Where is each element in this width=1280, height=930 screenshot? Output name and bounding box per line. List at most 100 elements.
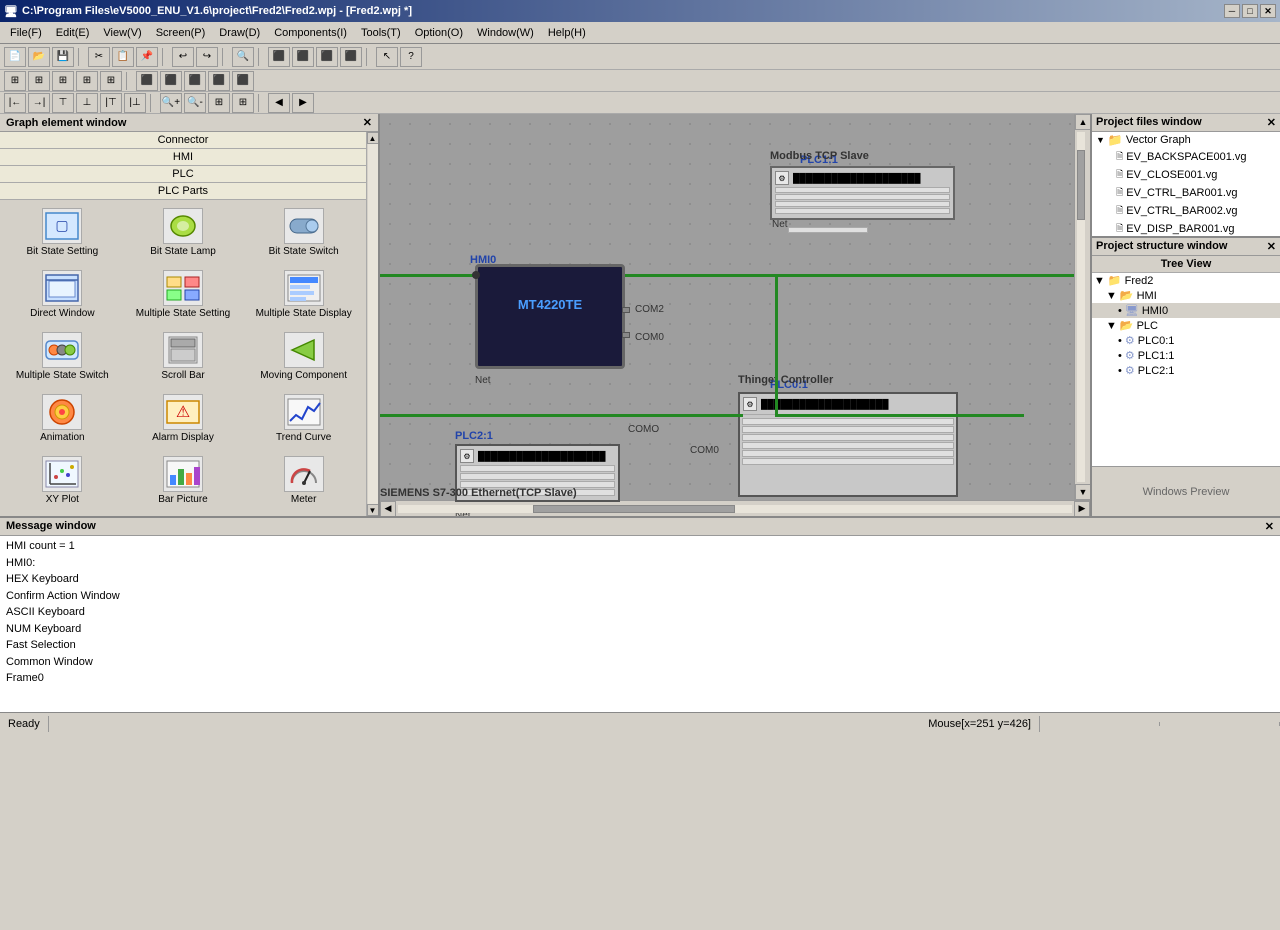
hscroll-track[interactable] bbox=[398, 505, 1072, 513]
section-plc-parts[interactable]: PLC Parts bbox=[0, 183, 366, 200]
tree-folder-vector-graph[interactable]: ▼ 📁 Vector Graph bbox=[1092, 132, 1280, 148]
maximize-button[interactable]: □ bbox=[1242, 4, 1258, 18]
tb-cut[interactable]: ✂ bbox=[88, 47, 110, 67]
tb2-btn6[interactable]: ⬛ bbox=[136, 71, 158, 91]
tree-hmi[interactable]: ▼📂 HMI bbox=[1092, 288, 1280, 303]
comp-multiple-state-switch[interactable]: Multiple State Switch bbox=[4, 328, 121, 386]
tb-copy[interactable]: 📋 bbox=[112, 47, 134, 67]
file-ev-close001[interactable]: 🗎EV_CLOSE001.vg bbox=[1112, 166, 1280, 184]
hscroll-left[interactable]: ◀ bbox=[380, 501, 396, 517]
menu-window[interactable]: Window(W) bbox=[471, 25, 540, 41]
tb-open[interactable]: 📂 bbox=[28, 47, 50, 67]
tb-select[interactable]: ↖ bbox=[376, 47, 398, 67]
tree-plc1[interactable]: •⚙ PLC1:1 bbox=[1092, 348, 1280, 363]
message-content[interactable]: HMI count = 1 HMI0: HEX Keyboard Confirm… bbox=[0, 536, 1280, 712]
hscroll-right[interactable]: ▶ bbox=[1074, 501, 1090, 517]
section-hmi[interactable]: HMI bbox=[0, 149, 366, 166]
tree-hmi0[interactable]: •🖥 HMI0 bbox=[1092, 303, 1280, 318]
tb-paste[interactable]: 📌 bbox=[136, 47, 158, 67]
menu-file[interactable]: File(F) bbox=[4, 25, 48, 41]
tb2-btn3[interactable]: ⊞ bbox=[52, 71, 74, 91]
project-files-tree[interactable]: ▼ 📁 Vector Graph 🗎EV_BACKSPACE001.vg 🗎EV… bbox=[1092, 132, 1280, 236]
tb2-btn2[interactable]: ⊞ bbox=[28, 71, 50, 91]
tb-btn5[interactable]: ⬛ bbox=[268, 47, 290, 67]
project-files-close[interactable]: ✕ bbox=[1267, 116, 1276, 129]
plc0-block[interactable]: ⚙ ████████████████████ bbox=[738, 392, 958, 497]
project-struct-tree[interactable]: ▼📁 Fred2 ▼📂 HMI •🖥 HMI0 ▼� bbox=[1092, 273, 1280, 466]
hmi-device[interactable]: MT4220TE bbox=[475, 264, 625, 369]
plc1-block[interactable]: ⚙ ████████████████████ bbox=[770, 166, 955, 220]
menu-option[interactable]: Option(O) bbox=[409, 25, 469, 41]
hscroll-thumb[interactable] bbox=[533, 505, 735, 513]
tb3-btn2[interactable]: →| bbox=[28, 93, 50, 113]
tb3-zoom-out[interactable]: 🔍- bbox=[184, 93, 206, 113]
vscroll-up[interactable]: ▲ bbox=[1075, 114, 1090, 130]
left-panel-close[interactable]: ✕ bbox=[363, 116, 372, 129]
tree-plc0[interactable]: •⚙ PLC0:1 bbox=[1092, 333, 1280, 348]
tb-btn7[interactable]: ⬛ bbox=[316, 47, 338, 67]
vscroll-thumb[interactable] bbox=[1077, 150, 1085, 220]
menu-draw[interactable]: Draw(D) bbox=[213, 25, 266, 41]
tb3-prev[interactable]: ◀ bbox=[268, 93, 290, 113]
section-plc[interactable]: PLC bbox=[0, 166, 366, 183]
comp-multiple-state-display[interactable]: Multiple State Display bbox=[245, 266, 362, 324]
tb2-btn1[interactable]: ⊞ bbox=[4, 71, 26, 91]
comp-trend-curve[interactable]: Trend Curve bbox=[245, 390, 362, 448]
vscroll-down[interactable]: ▼ bbox=[1075, 484, 1090, 500]
tb-btn8[interactable]: ⬛ bbox=[340, 47, 362, 67]
tb3-btn6[interactable]: |⊥ bbox=[124, 93, 146, 113]
tb-btn6[interactable]: ⬛ bbox=[292, 47, 314, 67]
tb3-btn10[interactable]: ⊞ bbox=[232, 93, 254, 113]
tb-redo[interactable]: ↪ bbox=[196, 47, 218, 67]
tb3-btn4[interactable]: ⊥ bbox=[76, 93, 98, 113]
canvas-content[interactable]: HMI0 MT4220TE COM2 COM0 Net bbox=[380, 114, 1074, 500]
project-struct-close[interactable]: ✕ bbox=[1267, 240, 1276, 253]
comp-bit-state-lamp[interactable]: Bit State Lamp bbox=[125, 204, 242, 262]
tb-undo[interactable]: ↩ bbox=[172, 47, 194, 67]
comp-xy-plot[interactable]: XY Plot bbox=[4, 452, 121, 510]
menu-components[interactable]: Components(I) bbox=[268, 25, 353, 41]
message-window-close[interactable]: ✕ bbox=[1265, 520, 1274, 533]
comp-bit-state-switch[interactable]: Bit State Switch bbox=[245, 204, 362, 262]
tb-find[interactable]: 🔍 bbox=[232, 47, 254, 67]
menu-screen[interactable]: Screen(P) bbox=[150, 25, 212, 41]
vscroll-track[interactable] bbox=[1077, 132, 1085, 482]
menu-tools[interactable]: Tools(T) bbox=[355, 25, 407, 41]
tb3-btn3[interactable]: ⊤ bbox=[52, 93, 74, 113]
scroll-up-arrow[interactable]: ▲ bbox=[367, 132, 379, 144]
scroll-down-arrow[interactable]: ▼ bbox=[367, 504, 379, 516]
tb3-zoom-in[interactable]: 🔍+ bbox=[160, 93, 182, 113]
comp-bar-picture[interactable]: Bar Picture bbox=[125, 452, 242, 510]
tree-root-fred2[interactable]: ▼📁 Fred2 bbox=[1092, 273, 1280, 288]
menu-help[interactable]: Help(H) bbox=[542, 25, 592, 41]
tb3-next[interactable]: ▶ bbox=[292, 93, 314, 113]
minimize-button[interactable]: ─ bbox=[1224, 4, 1240, 18]
menu-view[interactable]: View(V) bbox=[97, 25, 147, 41]
tb2-btn7[interactable]: ⬛ bbox=[160, 71, 182, 91]
tb2-btn9[interactable]: ⬛ bbox=[208, 71, 230, 91]
file-ev-backspace001[interactable]: 🗎EV_BACKSPACE001.vg bbox=[1112, 148, 1280, 166]
file-ev-ctrl-bar001[interactable]: 🗎EV_CTRL_BAR001.vg bbox=[1112, 184, 1280, 202]
comp-direct-window[interactable]: Direct Window bbox=[4, 266, 121, 324]
file-ev-disp-bar001[interactable]: 🗎EV_DISP_BAR001.vg bbox=[1112, 220, 1280, 236]
tb-new[interactable]: 📄 bbox=[4, 47, 26, 67]
menu-edit[interactable]: Edit(E) bbox=[50, 25, 96, 41]
scroll-track[interactable] bbox=[368, 144, 378, 504]
section-connector[interactable]: Connector bbox=[0, 132, 366, 149]
tb2-btn4[interactable]: ⊞ bbox=[76, 71, 98, 91]
comp-meter[interactable]: Meter bbox=[245, 452, 362, 510]
tb3-btn9[interactable]: ⊞ bbox=[208, 93, 230, 113]
tree-plc[interactable]: ▼📂 PLC bbox=[1092, 318, 1280, 333]
tree-plc2[interactable]: •⚙ PLC2:1 bbox=[1092, 363, 1280, 378]
comp-moving-component[interactable]: Moving Component bbox=[245, 328, 362, 386]
tb2-btn10[interactable]: ⬛ bbox=[232, 71, 254, 91]
comp-animation[interactable]: Animation bbox=[4, 390, 121, 448]
tb3-btn5[interactable]: |⊤ bbox=[100, 93, 122, 113]
comp-alarm-display[interactable]: ⚠ Alarm Display bbox=[125, 390, 242, 448]
tb3-btn1[interactable]: |← bbox=[4, 93, 26, 113]
tb-save[interactable]: 💾 bbox=[52, 47, 74, 67]
comp-multiple-state-setting[interactable]: Multiple State Setting bbox=[125, 266, 242, 324]
tb-help2[interactable]: ? bbox=[400, 47, 422, 67]
close-button[interactable]: ✕ bbox=[1260, 4, 1276, 18]
comp-bit-state-setting[interactable]: ▢ Bit State Setting bbox=[4, 204, 121, 262]
